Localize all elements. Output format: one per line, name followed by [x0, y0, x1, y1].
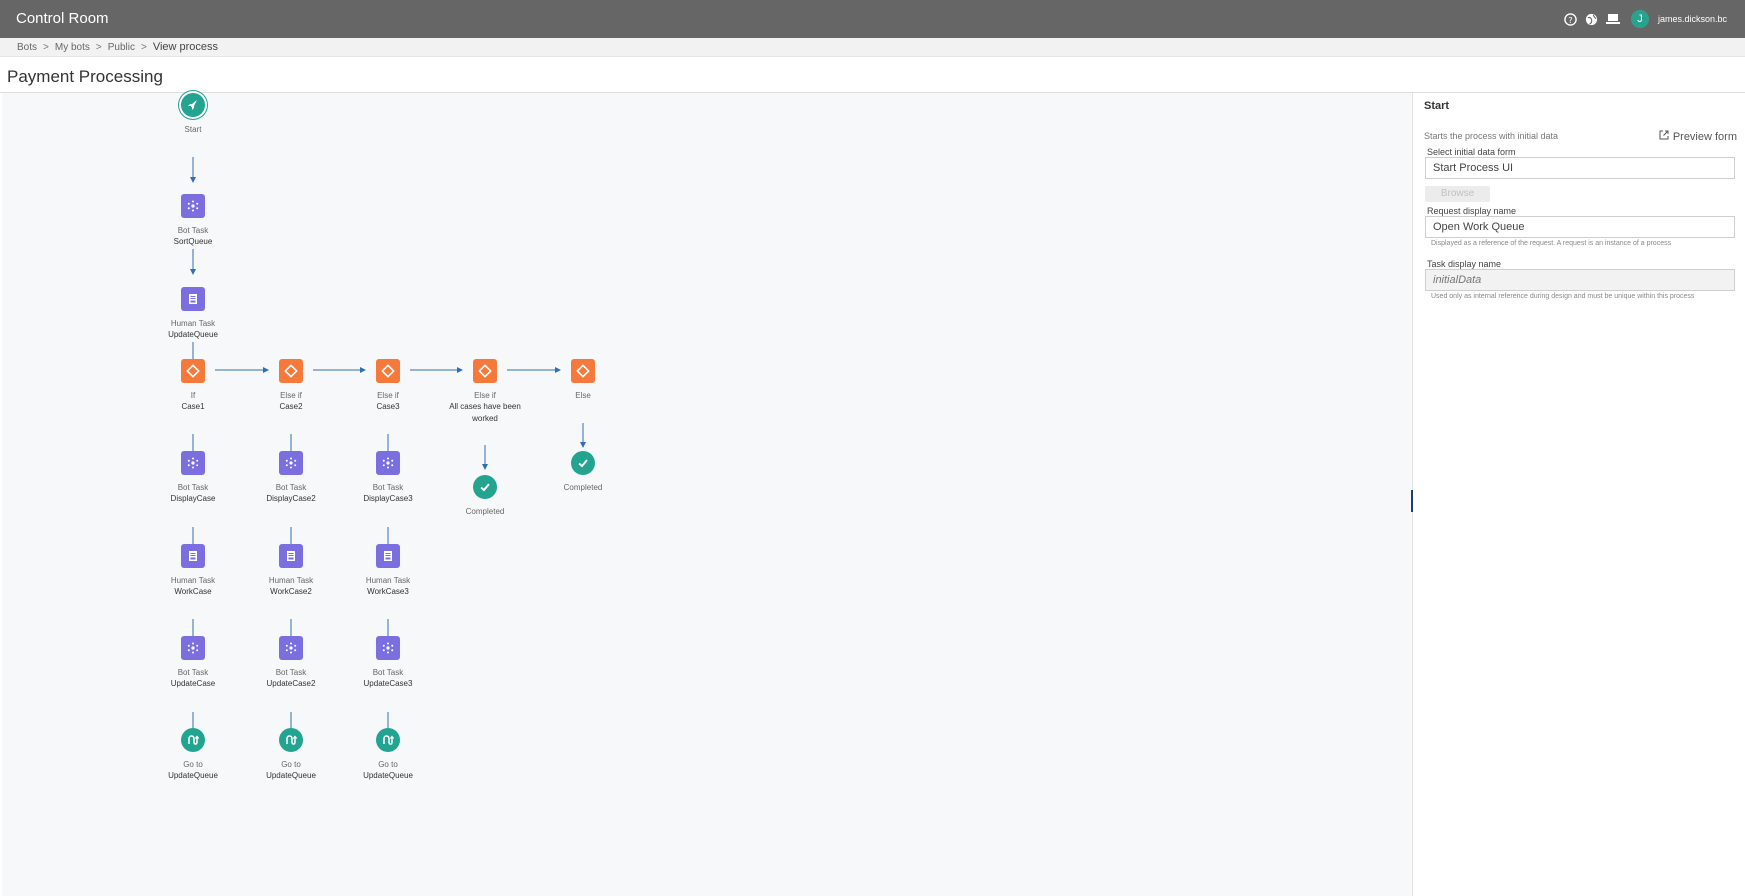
breadcrumb-bar: Bots > My bots > Public > View process [0, 38, 1745, 57]
node-bot-task-updatecase3[interactable]: Bot Task UpdateCase3 [328, 636, 448, 690]
breadcrumb-separator: > [95, 42, 102, 53]
app-title[interactable]: Control Room [16, 10, 109, 27]
preview-form-link[interactable]: Preview form [1659, 130, 1737, 143]
help-icon[interactable]: ? [1564, 12, 1578, 26]
breadcrumb-item-public[interactable]: Public [108, 42, 135, 53]
node-start[interactable]: Start [133, 93, 253, 135]
request-display-name-help: Displayed as a reference of the request.… [1431, 240, 1672, 247]
node-name: All cases have been [449, 402, 521, 411]
rocket-icon [181, 93, 205, 117]
top-icons: ? J james.dickson.bc [1564, 10, 1727, 28]
human-task-icon [181, 287, 205, 311]
node-type: Go to [378, 760, 398, 769]
node-human-task-workcase3[interactable]: Human Task WorkCase3 [328, 544, 448, 598]
bot-task-icon [181, 451, 205, 475]
form-select-label: Select initial data form [1427, 147, 1516, 157]
condition-icon [279, 359, 303, 383]
goto-icon [279, 728, 303, 752]
external-link-icon [1659, 130, 1669, 143]
page-title: Payment Processing [7, 67, 163, 86]
task-display-name-help: Used only as internal reference during d… [1431, 293, 1695, 300]
panel-title: Start [1424, 100, 1450, 112]
goto-icon [181, 728, 205, 752]
node-label: Completed [465, 507, 505, 516]
username[interactable]: james.dickson.bc [1658, 14, 1727, 24]
avatar[interactable]: J [1630, 10, 1649, 28]
condition-icon [181, 359, 205, 383]
preview-form-label: Preview form [1672, 130, 1737, 143]
goto-icon [376, 728, 400, 752]
task-display-name-label: Task display name [1427, 259, 1502, 269]
node-type: Bot Task [177, 226, 209, 235]
condition-icon [571, 359, 595, 383]
node-type: Human Task [170, 319, 216, 328]
bot-task-icon [279, 451, 303, 475]
node-name: WorkCase3 [367, 587, 409, 596]
properties-panel: Start Starts the process with initial da… [1414, 93, 1745, 896]
request-display-name-label: Request display name [1427, 206, 1517, 216]
bot-task-icon [376, 636, 400, 660]
node-name: UpdateQueue [168, 330, 218, 339]
panel-description: Starts the process with initial data [1424, 131, 1559, 141]
bot-task-icon [376, 451, 400, 475]
node-bot-task-sortqueue[interactable]: Bot Task SortQueue [133, 194, 253, 248]
bot-task-icon [181, 636, 205, 660]
top-bar: Control Room ? J james.dickson.bc [0, 0, 1745, 38]
condition-icon [473, 359, 497, 383]
process-canvas[interactable]: Start Bot Task SortQueue Human Task Upda… [2, 93, 1413, 896]
check-icon [473, 475, 497, 499]
task-display-name-input[interactable] [1425, 269, 1735, 291]
breadcrumb-separator: > [43, 42, 49, 53]
node-type: Human Task [365, 576, 411, 585]
node-completed[interactable]: Completed [523, 451, 643, 493]
bot-task-icon [181, 194, 205, 218]
node-name: worked [472, 414, 498, 423]
breadcrumb-item-my-bots[interactable]: My bots [55, 42, 90, 53]
check-icon [571, 451, 595, 475]
node-label: Completed [563, 483, 603, 492]
node-name: SortQueue [173, 237, 213, 246]
node-label: Start [184, 125, 202, 134]
human-task-icon [376, 544, 400, 568]
node-goto-updatequeue[interactable]: Go to UpdateQueue [328, 728, 448, 782]
human-task-icon [181, 544, 205, 568]
bot-task-icon [279, 636, 303, 660]
initial-data-form-input[interactable] [1425, 157, 1735, 179]
breadcrumb-item-bots[interactable]: Bots [17, 42, 37, 53]
browse-button[interactable]: Browse [1425, 186, 1490, 202]
node-name: UpdateCase3 [363, 679, 413, 688]
globe-icon[interactable] [1585, 12, 1599, 26]
breadcrumb-current: View process [152, 41, 219, 53]
svg-text:?: ? [1569, 14, 1573, 24]
devices-icon[interactable] [1605, 12, 1620, 26]
request-display-name-input[interactable] [1425, 216, 1735, 238]
node-name: UpdateQueue [363, 771, 413, 780]
breadcrumb-separator: > [140, 42, 147, 53]
node-type: Else [575, 391, 591, 400]
breadcrumb: Bots > My bots > Public > View process [17, 41, 218, 53]
node-human-task-updatequeue[interactable]: Human Task UpdateQueue [133, 287, 253, 341]
condition-icon [376, 359, 400, 383]
human-task-icon [279, 544, 303, 568]
panel-resize-handle[interactable] [1411, 490, 1413, 512]
node-condition-else[interactable]: Else [523, 359, 643, 401]
node-type: Bot Task [372, 668, 404, 677]
